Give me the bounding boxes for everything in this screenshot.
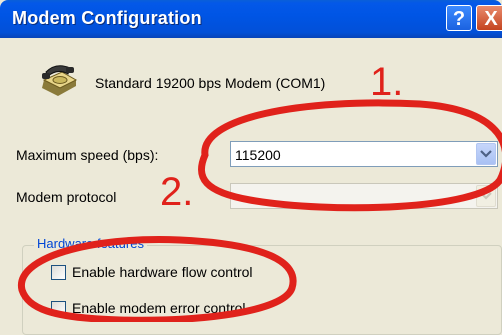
help-button[interactable]: ?	[446, 5, 472, 31]
chevron-down-icon	[480, 192, 492, 200]
modem-error-control-checkbox[interactable]	[51, 301, 66, 316]
max-speed-dropdown[interactable]: 115200	[230, 141, 498, 167]
hardware-flow-control-checkbox[interactable]	[51, 265, 66, 280]
hardware-features-legend: Hardware features	[34, 236, 147, 251]
modem-name: Standard 19200 bps Modem (COM1)	[95, 75, 326, 91]
window-title: Modem Configuration	[12, 8, 202, 28]
annotation-step-1: 1.	[370, 60, 404, 104]
modem-protocol-label: Modem protocol	[16, 189, 117, 205]
modem-protocol-dropdown[interactable]	[230, 183, 498, 209]
max-speed-label: Maximum speed (bps):	[16, 147, 159, 163]
annotation-step-2: 2.	[160, 170, 194, 214]
chevron-down-icon	[480, 150, 492, 158]
max-speed-value: 115200	[235, 147, 281, 163]
dropdown-arrow-button[interactable]	[476, 143, 496, 165]
close-button[interactable]: X	[476, 5, 502, 31]
modem-error-control-label[interactable]: Enable modem error control	[72, 300, 246, 316]
hardware-flow-control-label[interactable]: Enable hardware flow control	[72, 264, 253, 280]
dropdown-arrow-button[interactable]	[476, 185, 496, 207]
title-bar[interactable]: Modem Configuration ? X	[0, 0, 502, 38]
telephone-modem-icon	[42, 65, 78, 96]
